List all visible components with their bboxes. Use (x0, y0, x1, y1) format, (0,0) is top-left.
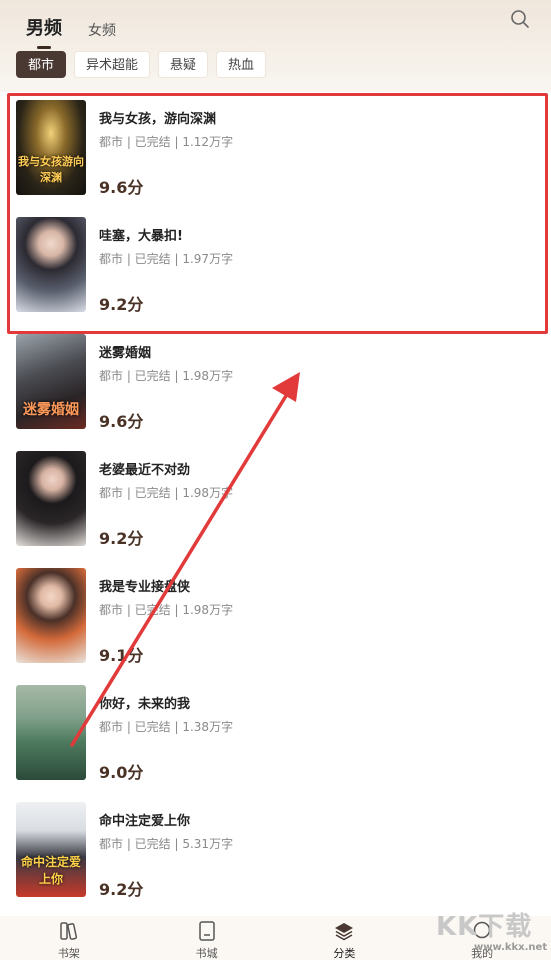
category-tab-yishu[interactable]: 异术超能 (74, 51, 151, 78)
watermark-url: www.kkx.net (474, 942, 548, 953)
book-item[interactable]: 你好，未来的我 都市 | 已完结 | 1.38万字 9.0分 (0, 677, 551, 794)
book-meta: 都市 | 已完结 | 1.97万字 (99, 252, 234, 266)
tab-female[interactable]: 女频 (88, 20, 116, 40)
watermark: KK下载 www.kkx.net (436, 906, 548, 958)
book-meta: 都市 | 已完结 | 1.98万字 (99, 486, 234, 500)
book-title[interactable]: 你好，未来的我 (99, 693, 190, 712)
search-icon[interactable] (509, 8, 531, 30)
book-score: 9.6分 (99, 178, 144, 197)
book-cover[interactable] (16, 685, 86, 780)
book-meta: 都市 | 已完结 | 1.98万字 (99, 603, 234, 617)
layers-icon (335, 923, 354, 941)
book-meta: 都市 | 已完结 | 5.31万字 (99, 837, 234, 851)
book-item[interactable]: 我是专业接盘侠 都市 | 已完结 | 1.98万字 9.1分 (0, 560, 551, 677)
book-cover[interactable]: 迷雾婚姻 (16, 334, 86, 429)
book-item[interactable]: 哇塞，大暴扣! 都市 | 已完结 | 1.97万字 9.2分 (0, 209, 551, 326)
book-title[interactable]: 老婆最近不对劲 (99, 459, 190, 478)
nav-bookstore[interactable]: 书城 (138, 916, 276, 960)
cover-title: 我与女孩游向深渊 (18, 155, 84, 184)
book-meta: 都市 | 已完结 | 1.12万字 (99, 135, 234, 149)
book-meta: 都市 | 已完结 | 1.98万字 (99, 369, 234, 383)
book-item[interactable]: 老婆最近不对劲 都市 | 已完结 | 1.98万字 9.2分 (0, 443, 551, 560)
book-cover[interactable]: 命中注定爱上你 (16, 802, 86, 897)
book-score: 9.2分 (99, 295, 144, 314)
top-bar: 男频 女频 都市 异术超能 悬疑 热血 (0, 0, 551, 92)
bookshelf-icon (60, 922, 77, 940)
cover-title: 迷雾婚姻 (23, 402, 79, 418)
tab-male[interactable]: 男频 (26, 14, 62, 49)
book-score: 9.1分 (99, 646, 144, 665)
book-title[interactable]: 哇塞，大暴扣! (99, 225, 183, 244)
nav-label: 书架 (57, 947, 80, 960)
book-title[interactable]: 命中注定爱上你 (99, 810, 190, 829)
gender-tabs: 男频 女频 (26, 6, 142, 49)
book-title[interactable]: 迷雾婚姻 (99, 342, 151, 361)
nav-label: 书城 (195, 947, 218, 960)
watermark-text: KK下载 (436, 912, 533, 942)
book-score: 9.2分 (99, 529, 144, 548)
cover-title: 命中注定爱上你 (20, 855, 81, 886)
nav-label: 分类 (333, 947, 356, 960)
book-score: 9.0分 (99, 763, 144, 782)
book-cover[interactable]: 我与女孩游向深渊 (16, 100, 86, 195)
book-meta: 都市 | 已完结 | 1.38万字 (99, 720, 234, 734)
book-icon (198, 921, 215, 941)
category-tab-rexue[interactable]: 热血 (216, 51, 267, 78)
book-cover[interactable] (16, 451, 86, 546)
book-title[interactable]: 我是专业接盘侠 (99, 576, 190, 595)
book-item[interactable]: 迷雾婚姻 迷雾婚姻 都市 | 已完结 | 1.98万字 9.6分 (0, 326, 551, 443)
book-item[interactable]: 我与女孩游向深渊 我与女孩，游向深渊 都市 | 已完结 | 1.12万字 9.6… (0, 92, 551, 209)
book-score: 9.2分 (99, 880, 144, 899)
category-tabs: 都市 异术超能 悬疑 热血 (16, 51, 274, 78)
nav-bookshelf[interactable]: 书架 (0, 916, 138, 960)
book-score: 9.6分 (99, 412, 144, 431)
book-item[interactable]: 命中注定爱上你 命中注定爱上你 都市 | 已完结 | 5.31万字 9.2分 (0, 794, 551, 911)
nav-category[interactable]: 分类 (276, 916, 414, 960)
book-cover[interactable] (16, 217, 86, 312)
book-cover[interactable] (16, 568, 86, 663)
book-list: 我与女孩游向深渊 我与女孩，游向深渊 都市 | 已完结 | 1.12万字 9.6… (0, 92, 551, 911)
category-tab-dushi[interactable]: 都市 (16, 51, 67, 78)
book-title[interactable]: 我与女孩，游向深渊 (99, 108, 216, 127)
category-tab-xuanyi[interactable]: 悬疑 (158, 51, 209, 78)
